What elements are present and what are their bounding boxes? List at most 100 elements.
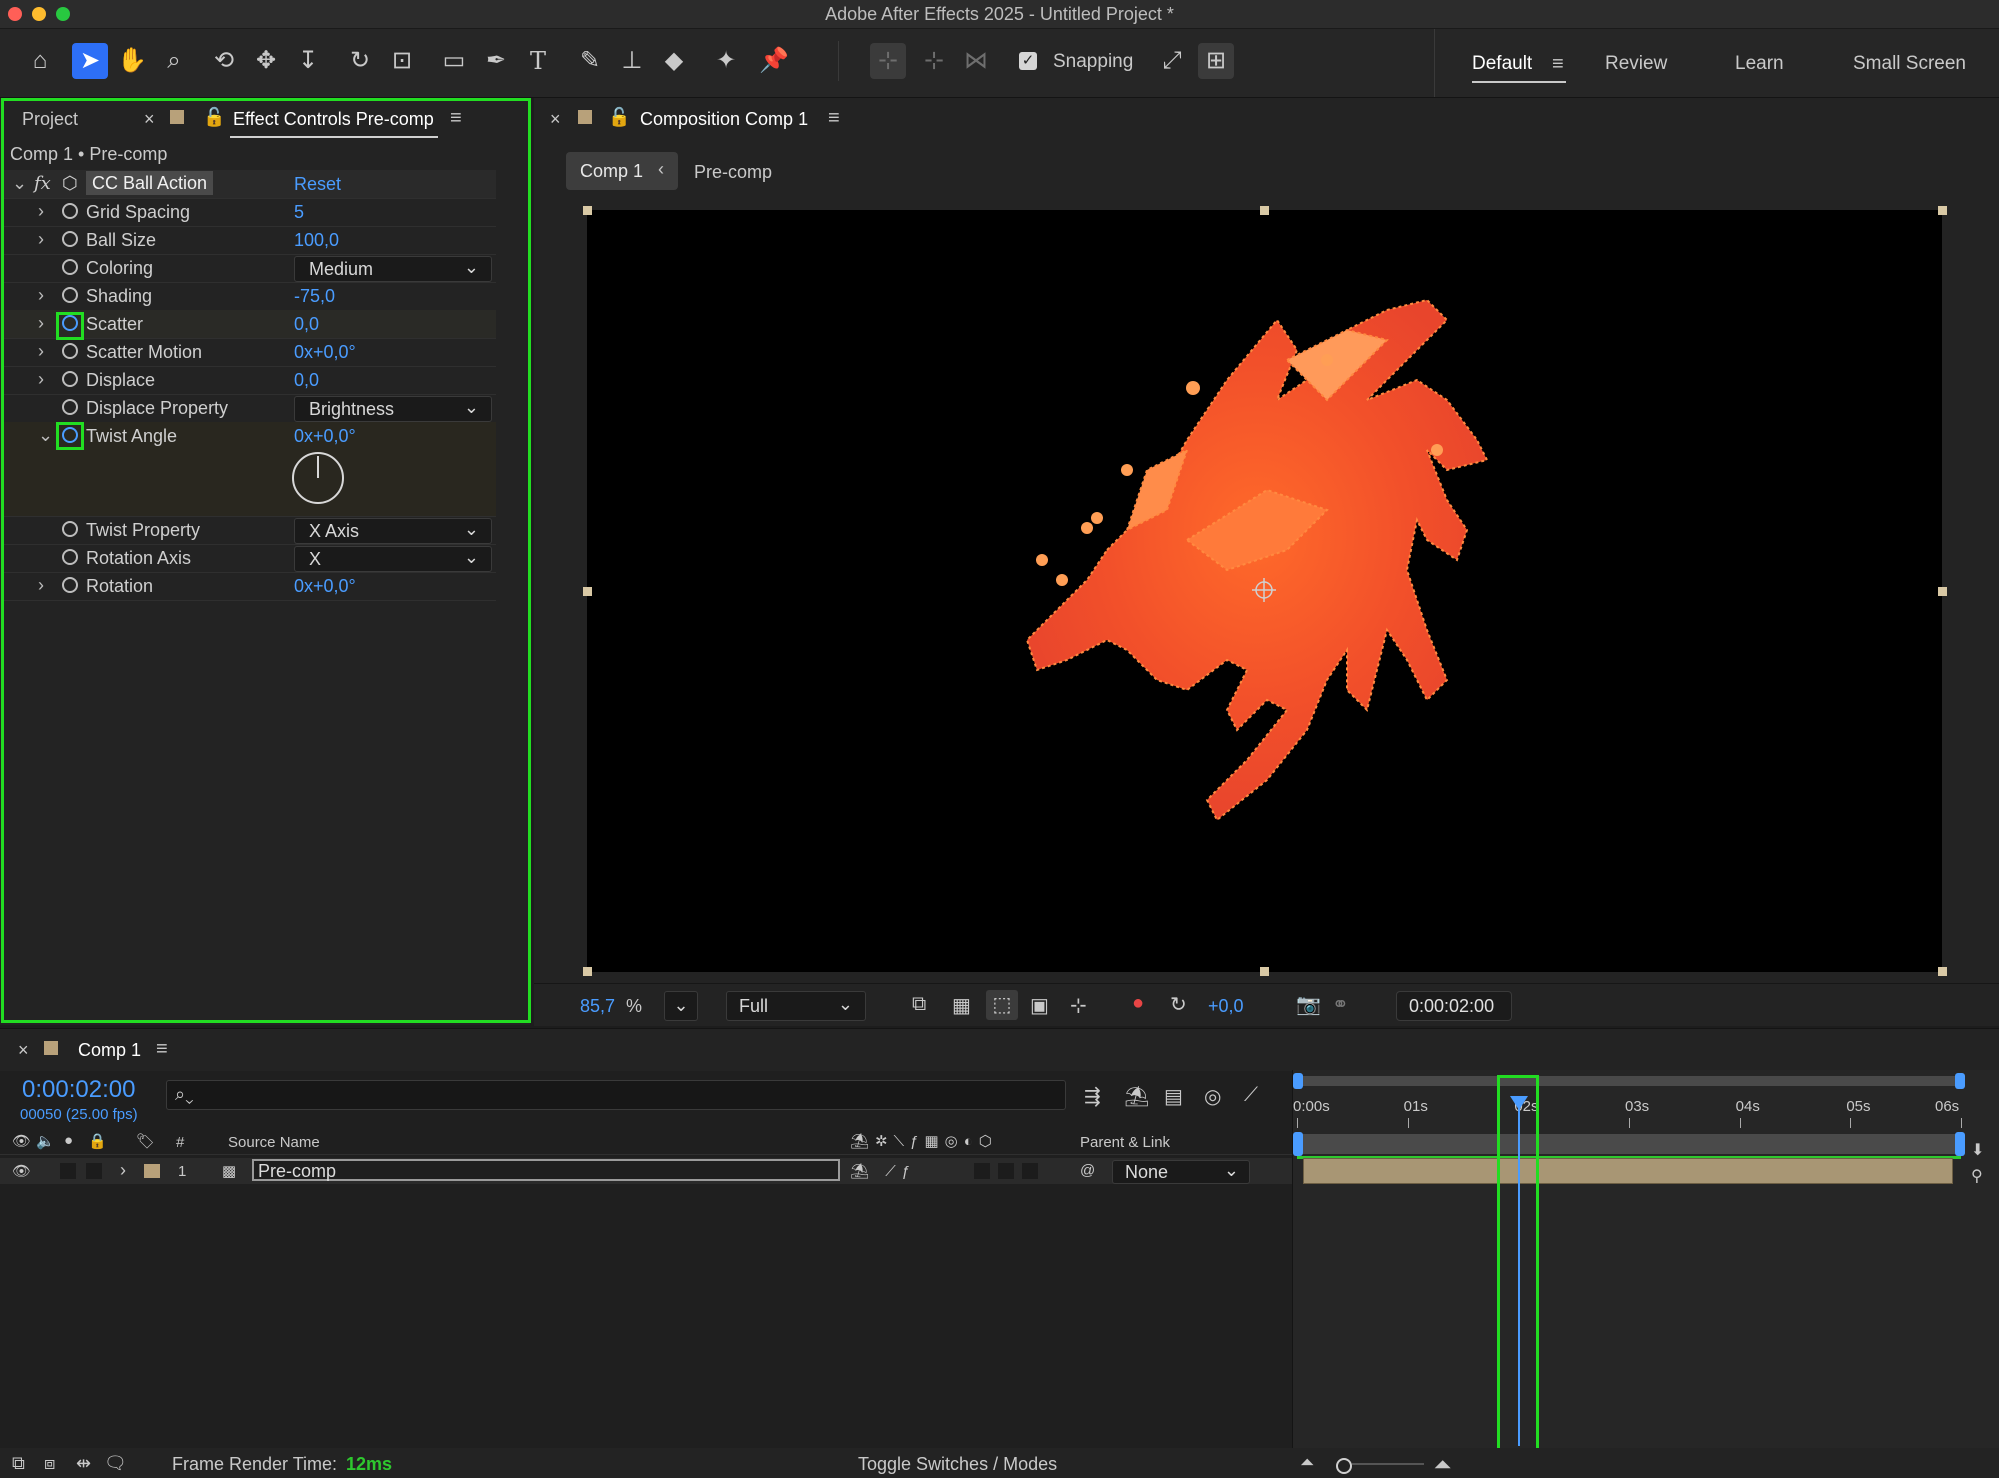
time-ruler[interactable]: 0:00s 01s 02s 03s 04s 05s 06s <box>1293 1090 1999 1130</box>
type-icon[interactable]: T <box>520 43 556 79</box>
resolution-dropdown[interactable]: Full ⌄ <box>726 991 866 1021</box>
workspace-menu-icon[interactable]: ≡ <box>1552 53 1564 76</box>
axis-local-icon[interactable]: ⊹ <box>870 43 906 79</box>
selection-icon[interactable]: ➤ <box>72 43 108 79</box>
axis-view-icon[interactable]: ⋈ <box>958 43 994 79</box>
layer-name-field[interactable]: Pre-comp <box>252 1159 840 1181</box>
zoom-value[interactable]: 85,7 <box>580 996 615 1017</box>
workspace-learn[interactable]: Learn <box>1735 53 1784 75</box>
snap-feature-icon[interactable]: ⤢ <box>1154 43 1190 79</box>
clone-stamp-icon[interactable]: ⊥ <box>614 43 650 79</box>
layer-switches-pane-icon[interactable]: ⧉ <box>12 1453 25 1474</box>
current-time-display[interactable]: 0:00:02:00 <box>22 1076 135 1104</box>
time-graph[interactable]: 0:00s 01s 02s 03s 04s 05s 06s ⬇ ⚲ <box>1292 1070 1999 1448</box>
transform-handle[interactable] <box>1260 967 1269 976</box>
brush-icon[interactable]: ✎ <box>572 43 608 79</box>
work-area-bar[interactable] <box>1297 1076 1961 1086</box>
snap-grid-icon[interactable]: ⊞ <box>1198 43 1234 79</box>
transform-handle[interactable] <box>1938 206 1947 215</box>
transform-handle[interactable] <box>1938 587 1947 596</box>
zoom-in-icon[interactable]: ⏶ <box>1434 1452 1452 1478</box>
lock-icon[interactable]: 🔓 <box>608 107 630 128</box>
zoom-icon[interactable]: ⌕ <box>156 43 192 79</box>
grid-guides-icon[interactable]: ⊹ <box>1070 993 1087 1018</box>
show-snapshot-icon[interactable]: ⚭ <box>1332 992 1349 1017</box>
comp-marker-bin-icon[interactable]: ⬇ <box>1971 1140 1989 1159</box>
color-channels-icon[interactable]: ● <box>1132 992 1144 1015</box>
dolly-camera-icon[interactable]: ↧ <box>290 43 326 79</box>
eraser-icon[interactable]: ◆ <box>656 43 692 79</box>
layer-switches[interactable]: ⛱ ⟋ƒ <box>850 1162 916 1180</box>
in-out-pane-icon[interactable]: ⇹ <box>76 1453 91 1474</box>
lock-toggle[interactable] <box>86 1163 102 1179</box>
roto-brush-icon[interactable]: ✦ <box>708 43 744 79</box>
duration-start-marker[interactable] <box>1293 1132 1303 1156</box>
tab-timeline-comp1[interactable]: Comp 1 <box>78 1040 141 1061</box>
transform-handle[interactable] <box>583 587 592 596</box>
close-tab-icon[interactable]: × <box>550 109 561 130</box>
panel-menu-icon[interactable]: ≡ <box>828 107 840 130</box>
layer-duration-bar[interactable] <box>1303 1158 1953 1184</box>
exposure-value[interactable]: +0,0 <box>1208 996 1244 1017</box>
composition-viewer[interactable] <box>587 210 1942 972</box>
rotate-icon[interactable]: ↻ <box>342 43 378 79</box>
hand-icon[interactable]: ✋ <box>114 43 150 79</box>
eye-icon[interactable]: 👁 <box>12 1162 31 1180</box>
transform-handle[interactable] <box>583 967 592 976</box>
workspace-review[interactable]: Review <box>1605 53 1667 75</box>
layer-search-input[interactable]: ⌕⌄ <box>166 1080 1066 1110</box>
duration-end-marker[interactable] <box>1955 1132 1965 1156</box>
home-icon[interactable]: ⌂ <box>22 43 58 79</box>
transfer-controls-pane-icon[interactable]: ⧈ <box>44 1453 55 1474</box>
mask-visibility-icon[interactable]: ⬚ <box>986 990 1018 1020</box>
workspace-default[interactable]: Default <box>1472 53 1532 75</box>
timeline-zoom-slider[interactable] <box>1336 1458 1352 1474</box>
motion-blur-icon[interactable]: ◎ <box>1204 1084 1221 1109</box>
lock-switch-icon[interactable]: 🔒 <box>88 1132 107 1150</box>
chevron-right-icon[interactable]: › <box>120 1160 126 1181</box>
toggle-switches-modes[interactable]: Toggle Switches / Modes <box>858 1454 1057 1475</box>
pen-icon[interactable]: ✒ <box>478 43 514 79</box>
panel-menu-icon[interactable]: ≡ <box>156 1038 168 1061</box>
close-tab-icon[interactable]: × <box>18 1040 29 1061</box>
graph-editor-icon[interactable]: ⟋ <box>1244 1084 1258 1107</box>
zoom-out-icon[interactable]: ⏶ <box>1300 1452 1314 1473</box>
pan-behind-icon[interactable]: ⊡ <box>384 43 420 79</box>
layer-label-color[interactable] <box>144 1164 160 1178</box>
fast-previews-icon[interactable]: ⧉ <box>912 993 926 1016</box>
work-area-end-handle[interactable] <box>1955 1073 1965 1089</box>
snapping-checkbox[interactable]: ✓ <box>1019 52 1037 70</box>
transparency-grid-icon[interactable]: ▦ <box>952 993 971 1018</box>
transform-handle[interactable] <box>1260 206 1269 215</box>
axis-world-icon[interactable]: ⊹ <box>916 43 952 79</box>
workspace-small-screen[interactable]: Small Screen <box>1853 53 1966 75</box>
zoom-dropdown[interactable]: ⌄ <box>664 991 698 1021</box>
render-time-pane-icon[interactable]: 🗨 <box>104 1453 127 1474</box>
work-area-start-handle[interactable] <box>1293 1073 1303 1089</box>
layer-marker-icon[interactable]: ⚲ <box>1971 1166 1993 1188</box>
tab-composition[interactable]: Composition Comp 1 <box>640 109 808 130</box>
video-switch-icon[interactable]: 👁 <box>12 1132 31 1150</box>
region-of-interest-icon[interactable]: ▣ <box>1030 993 1049 1018</box>
mode-toggle[interactable] <box>1022 1163 1038 1179</box>
transform-handle[interactable] <box>583 206 592 215</box>
label-color-icon[interactable]: 🏷 <box>136 1132 155 1150</box>
shy-layers-icon[interactable]: ⛱ <box>1124 1084 1149 1109</box>
rectangle-icon[interactable]: ▭ <box>436 43 472 79</box>
source-name-column-header[interactable]: Source Name <box>228 1134 320 1151</box>
solo-toggle[interactable] <box>60 1163 76 1179</box>
mode-toggle[interactable] <box>998 1163 1014 1179</box>
puppet-pin-icon[interactable]: 📌 <box>756 43 792 79</box>
mode-toggle[interactable] <box>974 1163 990 1179</box>
transform-handle[interactable] <box>1938 967 1947 976</box>
orbit-camera-icon[interactable]: ⟲ <box>206 43 242 79</box>
reset-exposure-icon[interactable]: ↻ <box>1170 992 1187 1017</box>
parent-link-column-header[interactable]: Parent & Link <box>1080 1134 1170 1151</box>
crumb-precomp[interactable]: Pre-comp <box>694 162 772 183</box>
comp-mini-flowchart-icon[interactable]: ⇶ <box>1084 1084 1101 1109</box>
snapshot-camera-icon[interactable]: 📷 <box>1296 992 1321 1017</box>
audio-switch-icon[interactable]: 🔈 <box>36 1132 55 1150</box>
pick-whip-icon[interactable]: @ <box>1080 1162 1095 1179</box>
layer-row[interactable]: 👁 › 1 ▩ Pre-comp ⛱ ⟋ƒ @ None ⌄ <box>0 1158 1292 1184</box>
parent-dropdown[interactable]: None ⌄ <box>1112 1160 1250 1184</box>
